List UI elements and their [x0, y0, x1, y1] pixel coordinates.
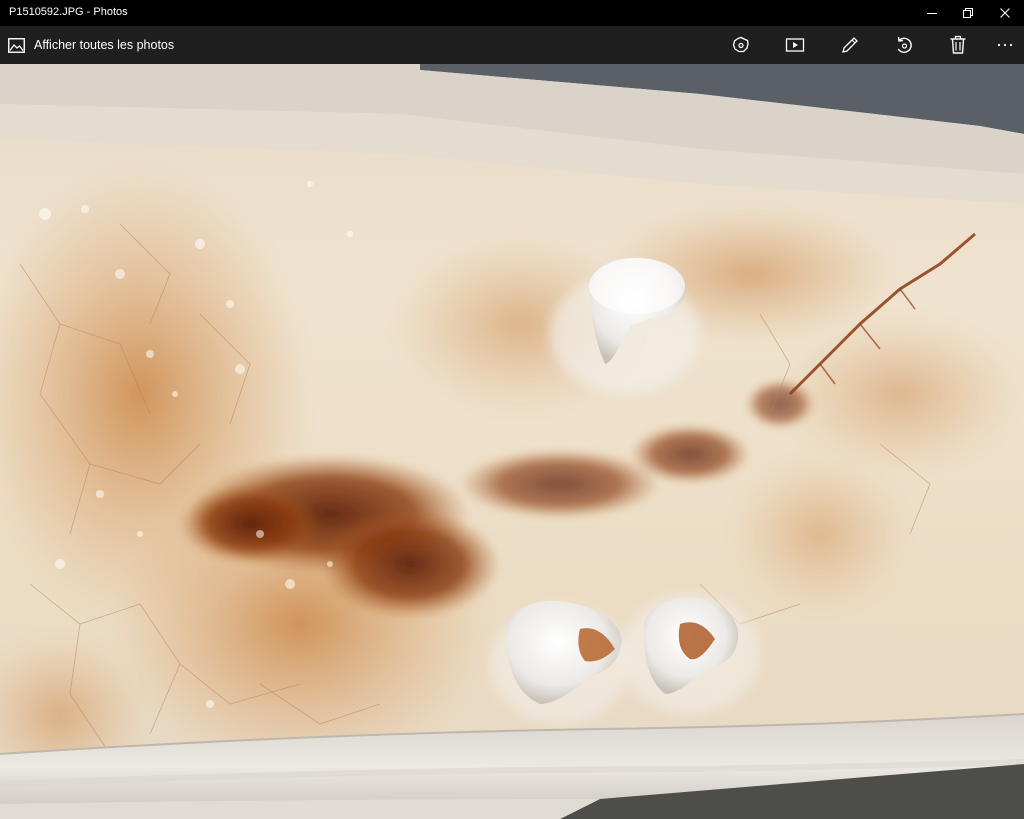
show-all-photos-button[interactable]: Afficher toutes les photos — [8, 34, 174, 56]
minimize-icon — [927, 13, 937, 14]
minimize-button[interactable] — [914, 0, 950, 26]
delete-icon — [950, 35, 966, 54]
close-icon — [1000, 8, 1010, 18]
edit-icon — [842, 37, 858, 53]
slideshow-button[interactable] — [781, 33, 809, 57]
edit-button[interactable] — [836, 33, 864, 57]
title-bar: P1510592.JPG - Photos — [0, 0, 1024, 26]
enhance-icon — [732, 36, 749, 53]
image-icon — [8, 37, 25, 53]
close-button[interactable] — [987, 0, 1023, 26]
photos-app-window: P1510592.JPG - Photos Afficher toutes le… — [0, 0, 1024, 819]
restore-icon — [963, 8, 973, 18]
delete-button[interactable] — [944, 33, 972, 57]
show-all-photos-label: Afficher toutes les photos — [34, 38, 175, 52]
rotate-button[interactable] — [890, 33, 918, 57]
window-title: P1510592.JPG - Photos — [9, 6, 128, 18]
rotate-icon — [897, 36, 912, 53]
displayed-photo — [0, 64, 1024, 819]
slideshow-icon — [785, 38, 805, 52]
enhance-button[interactable] — [727, 33, 755, 57]
restore-button[interactable] — [950, 0, 986, 26]
photo-viewer[interactable] — [0, 64, 1024, 819]
more-button[interactable] — [991, 33, 1019, 57]
toolbar: Afficher toutes les photos — [0, 26, 1024, 64]
more-icon — [997, 43, 1013, 47]
